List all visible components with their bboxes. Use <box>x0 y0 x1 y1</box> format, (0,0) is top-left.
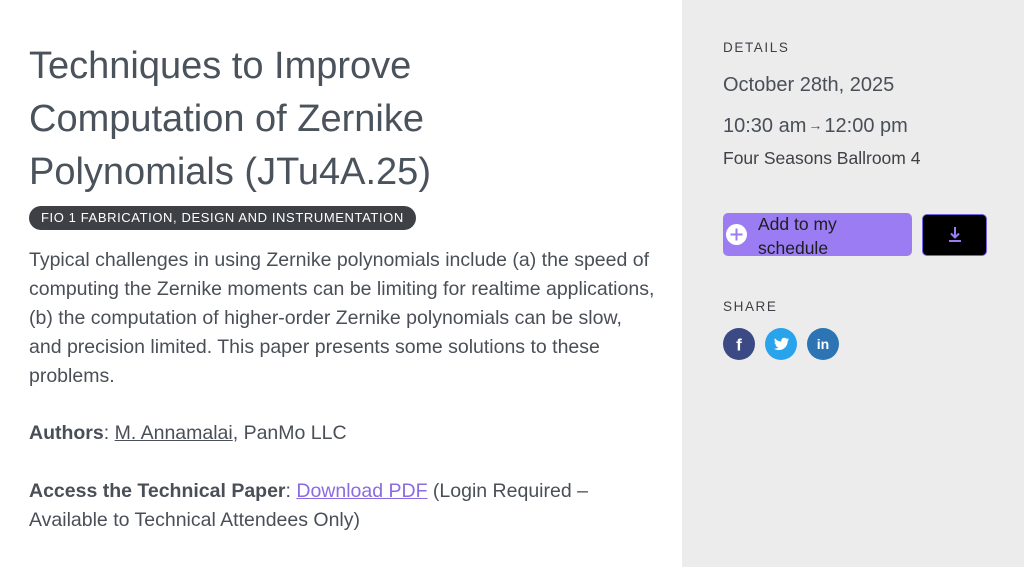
access-paper-line: Access the Technical Paper: Download PDF… <box>29 480 588 531</box>
facebook-icon: f <box>736 336 742 355</box>
linkedin-share-button[interactable]: in <box>807 328 839 360</box>
linkedin-glyph: in <box>817 336 829 352</box>
title-line-3: Polynomials (JTu4A.25) <box>29 151 431 193</box>
facebook-share-button[interactable]: f <box>723 328 755 360</box>
start-time: 10:30 am <box>723 115 807 137</box>
linkedin-icon: in <box>817 336 829 352</box>
download-button[interactable] <box>922 214 987 256</box>
twitter-share-button[interactable] <box>765 328 797 360</box>
page-title: Techniques to Improve Computation of Zer… <box>29 40 669 199</box>
abstract-text: Typical challenges in using Zernike poly… <box>29 249 655 387</box>
title-line-2: Computation of Zernike <box>29 98 424 140</box>
plus-circle-icon <box>726 224 747 245</box>
author-affiliation: , PanMo LLC <box>232 422 347 444</box>
authors-label: Authors <box>29 422 104 444</box>
twitter-icon <box>774 337 789 351</box>
download-pdf-link[interactable]: Download PDF <box>296 480 427 502</box>
session-date: October 28th, 2025 <box>723 74 895 96</box>
session-room: Four Seasons Ballroom 4 <box>723 148 921 168</box>
author-link[interactable]: M. Annamalai <box>115 422 233 444</box>
access-label: Access the Technical Paper <box>29 480 286 502</box>
share-heading: SHARE <box>723 299 778 314</box>
authors-line: Authors: M. Annamalai, PanMo LLC <box>29 422 347 444</box>
main-content: Techniques to Improve Computation of Zer… <box>0 0 682 567</box>
details-heading: DETAILS <box>723 40 790 55</box>
facebook-glyph: f <box>736 336 742 355</box>
arrow-right-icon: → <box>808 117 823 133</box>
session-time: 10:30 am → 12:00 pm <box>723 115 908 138</box>
end-time: 12:00 pm <box>824 115 908 137</box>
add-to-schedule-label: Add to my schedule <box>758 214 837 258</box>
category-badge: FIO 1 FABRICATION, DESIGN AND INSTRUMENT… <box>29 206 416 230</box>
download-icon <box>949 227 961 242</box>
add-to-schedule-button[interactable]: Add to my schedule <box>723 213 912 258</box>
title-line-1: Techniques to Improve <box>29 45 412 87</box>
